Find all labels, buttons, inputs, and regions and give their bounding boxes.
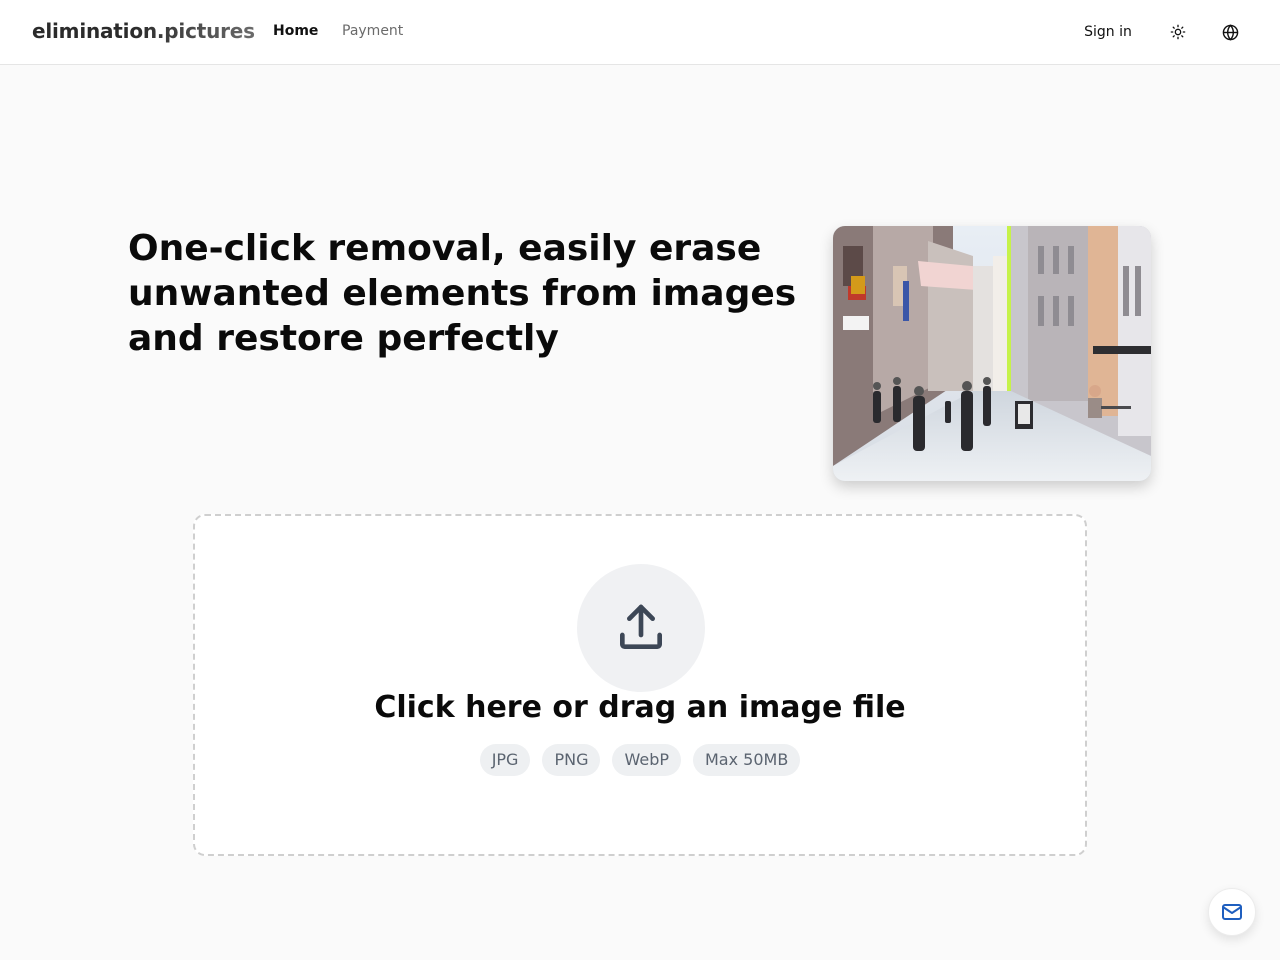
format-chip-webp: WebP — [612, 744, 681, 776]
hero-title: One-click removal, easily erase unwanted… — [128, 228, 797, 359]
upload-instructions: Click here or drag an image file — [374, 690, 906, 725]
nav-home-link[interactable]: Home — [273, 23, 318, 39]
logo[interactable]: elimination.pictures — [32, 19, 255, 43]
sun-icon — [1170, 24, 1186, 40]
theme-toggle-button[interactable] — [1162, 16, 1194, 48]
max-size-chip: Max 50MB — [693, 744, 801, 776]
format-chip-jpg: JPG — [479, 744, 531, 776]
mail-icon — [1222, 904, 1242, 920]
street-scene-image — [833, 226, 1151, 481]
upload-icon-container — [577, 564, 705, 692]
upload-dropzone[interactable]: Click here or drag an image file JPG PNG… — [193, 514, 1087, 856]
contact-mail-button[interactable] — [1208, 888, 1256, 936]
format-chip-png: PNG — [542, 744, 601, 776]
format-chips: JPG PNG WebP Max 50MB — [195, 744, 1085, 776]
nav-payment-link[interactable]: Payment — [342, 23, 403, 39]
sign-in-button[interactable]: Sign in — [1074, 16, 1142, 48]
language-button[interactable] — [1214, 16, 1246, 48]
upload-icon — [620, 604, 662, 649]
globe-icon — [1222, 23, 1238, 41]
before-after-preview-image — [833, 226, 1151, 481]
top-navbar: elimination.pictures Home Payment Sign i… — [0, 0, 1280, 65]
